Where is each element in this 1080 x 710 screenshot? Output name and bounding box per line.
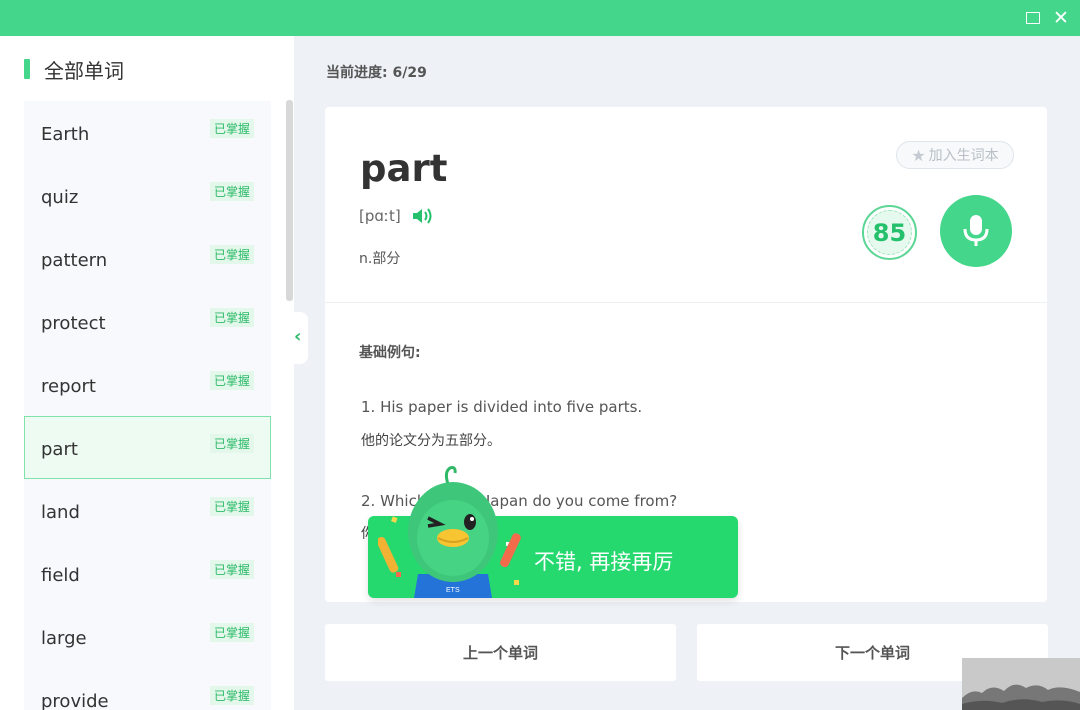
mastered-badge: 已掌握 <box>210 308 254 327</box>
sidebar-title: 全部单词 <box>44 55 124 84</box>
word-list-item[interactable]: quiz 已掌握 <box>24 164 271 227</box>
mastered-badge: 已掌握 <box>210 434 254 453</box>
word-list-item[interactable]: Earth 已掌握 <box>24 101 271 164</box>
part-of-speech-meaning: n.部分 <box>359 248 400 268</box>
word-item-label: land <box>41 502 80 523</box>
examples-title: 基础例句: <box>359 342 421 362</box>
title-bar: ✕ <box>0 0 1080 36</box>
word-item-label: part <box>41 439 78 460</box>
word-item-label: pattern <box>41 250 107 271</box>
word-list: Earth 已掌握 quiz 已掌握 pattern 已掌握 protect 已… <box>24 101 271 710</box>
mastered-badge: 已掌握 <box>210 182 254 201</box>
sidebar-collapse-button[interactable]: ‹ <box>292 312 308 364</box>
word-list-item[interactable]: pattern 已掌握 <box>24 227 271 290</box>
prev-word-button[interactable]: 上一个单词 <box>325 624 676 681</box>
pronunciation-score: 85 <box>862 205 917 260</box>
example-sentence-en: 1. His paper is divided into five parts. <box>361 398 642 416</box>
score-value: 85 <box>867 210 912 255</box>
record-button[interactable] <box>940 195 1012 267</box>
phonetic-row: [pɑːt] <box>359 207 433 225</box>
word-list-item[interactable]: large 已掌握 <box>24 605 271 668</box>
word-sidebar: 全部单词 Earth 已掌握 quiz 已掌握 pattern 已掌握 prot… <box>0 36 294 710</box>
mastered-badge: 已掌握 <box>210 371 254 390</box>
mastered-badge: 已掌握 <box>210 686 254 705</box>
word-list-item-active[interactable]: part 已掌握 <box>24 416 271 479</box>
mastered-badge: 已掌握 <box>210 623 254 642</box>
thumbnail-preview <box>962 658 1080 710</box>
word-list-item[interactable]: protect 已掌握 <box>24 290 271 353</box>
accent-bar <box>24 59 30 79</box>
word-list-item[interactable]: field 已掌握 <box>24 542 271 605</box>
star-icon: ★ <box>911 146 925 165</box>
mascot-shirt-label: ETS <box>446 587 460 594</box>
add-to-wordbook-label: 加入生词本 <box>929 145 999 165</box>
word-list-item[interactable]: report 已掌握 <box>24 353 271 416</box>
word-list-item[interactable]: land 已掌握 <box>24 479 271 542</box>
sidebar-header: 全部单词 <box>24 56 124 82</box>
sidebar-scrollbar[interactable] <box>286 100 293 301</box>
card-divider <box>325 302 1047 303</box>
chevron-left-icon: ‹ <box>294 326 301 347</box>
mascot-bird-icon: ETS <box>378 462 528 598</box>
word-item-label: Earth <box>41 124 89 145</box>
mastered-badge: 已掌握 <box>210 119 254 138</box>
word-item-label: quiz <box>41 187 78 208</box>
microphone-icon <box>962 213 990 249</box>
toast-message: 不错, 再接再厉 <box>534 546 673 576</box>
current-word: part <box>360 147 447 190</box>
word-item-label: report <box>41 376 96 397</box>
add-to-wordbook-button[interactable]: ★ 加入生词本 <box>896 141 1014 169</box>
close-icon[interactable]: ✕ <box>1052 9 1070 27</box>
speaker-icon[interactable] <box>411 207 433 225</box>
word-item-label: large <box>41 628 87 649</box>
mastered-badge: 已掌握 <box>210 497 254 516</box>
word-list-item[interactable]: provide 已掌握 <box>24 668 271 710</box>
word-item-label: field <box>41 565 80 586</box>
mastered-badge: 已掌握 <box>210 560 254 579</box>
mastered-badge: 已掌握 <box>210 245 254 264</box>
word-item-label: provide <box>41 691 109 710</box>
progress-label: 当前进度: 6/29 <box>326 62 427 82</box>
phonetic: [pɑːt] <box>359 207 401 225</box>
maximize-icon[interactable] <box>1024 9 1042 27</box>
example-sentence-zh: 他的论文分为五部分。 <box>361 430 501 450</box>
word-item-label: protect <box>41 313 106 334</box>
